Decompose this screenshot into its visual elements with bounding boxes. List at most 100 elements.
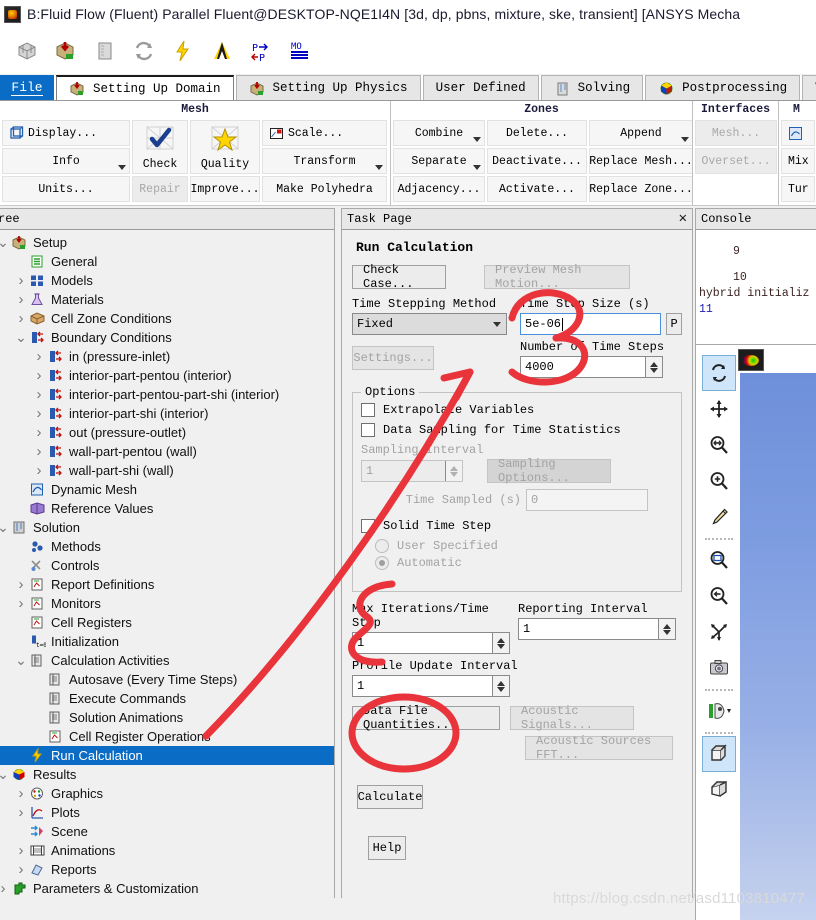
extrapolate-variables-row[interactable]: Extrapolate Variables — [361, 403, 673, 417]
tree-item-interior-part-pentou-part-shi-interior[interactable]: › interior-part-pentou-part-shi (interior… — [0, 385, 334, 404]
dynamic-mesh-button[interactable] — [781, 120, 815, 146]
number-of-time-steps-stepper[interactable] — [645, 357, 662, 377]
max-iterations-input[interactable]: 1 — [352, 632, 510, 654]
update-project-icon[interactable] — [170, 38, 196, 64]
tree-item-cell-registers[interactable]: Cell Registers — [0, 613, 334, 632]
tab-file[interactable]: File — [0, 75, 54, 100]
tree-item-plots[interactable]: › Plots — [0, 803, 334, 822]
solid-time-step-checkbox[interactable] — [361, 519, 375, 533]
chevron-down-icon[interactable]: ⌄ — [0, 235, 11, 249]
reporting-interval-stepper[interactable] — [658, 619, 675, 639]
perspective-view-icon[interactable] — [702, 772, 736, 808]
tree-item-solution[interactable]: ⌄ Solution — [0, 518, 334, 537]
tree-item-reference-values[interactable]: Reference Values — [0, 499, 334, 518]
zones-replace-zone-button[interactable]: Replace Zone... — [589, 176, 693, 202]
tab-viewing[interactable]: Viewing — [802, 75, 816, 100]
tab-setting-up-physics[interactable]: Setting Up Physics — [235, 75, 421, 100]
rotate-view-icon[interactable] — [702, 355, 736, 391]
tree-item-cell-zone-conditions[interactable]: › Cell Zone Conditions — [0, 309, 334, 328]
tree-item-wall-part-shi-wall[interactable]: › wall-part-shi (wall) — [0, 461, 334, 480]
chevron-right-icon[interactable]: › — [31, 404, 47, 423]
chevron-down-icon[interactable]: ⌄ — [0, 520, 11, 534]
chevron-down-icon[interactable]: ⌄ — [0, 767, 11, 781]
chevron-right-icon[interactable]: › — [31, 461, 47, 480]
zones-combine-button[interactable]: Combine — [393, 120, 485, 146]
mesh-check-button[interactable]: Check — [132, 120, 188, 174]
mesh-improve-button[interactable]: Improve... — [190, 176, 260, 202]
tree-item-monitors[interactable]: › Monitors — [0, 594, 334, 613]
axes-icon[interactable] — [702, 614, 736, 650]
zoom-in-icon[interactable] — [702, 463, 736, 499]
chevron-right-icon[interactable]: › — [31, 423, 47, 442]
chevron-right-icon[interactable]: › — [13, 594, 29, 613]
tree-item-models[interactable]: › Models — [0, 271, 334, 290]
tree-item-setup[interactable]: ⌄ Setup — [0, 233, 334, 252]
chevron-right-icon[interactable]: › — [13, 841, 29, 860]
time-stepping-method-select[interactable]: Fixed — [352, 313, 507, 335]
parameter-button[interactable]: P — [666, 313, 682, 335]
chevron-right-icon[interactable]: › — [31, 385, 47, 404]
data-sampling-row[interactable]: Data Sampling for Time Statistics — [361, 423, 673, 437]
max-iterations-stepper[interactable] — [492, 633, 509, 653]
close-icon[interactable]: ✕ — [679, 212, 687, 226]
probe-icon[interactable] — [702, 499, 736, 535]
chevron-right-icon[interactable]: › — [13, 575, 29, 594]
zoom-region-icon[interactable] — [702, 427, 736, 463]
mesh-quality-button[interactable]: Quality — [190, 120, 260, 174]
chevron-right-icon[interactable]: › — [13, 784, 29, 803]
data-sampling-checkbox[interactable] — [361, 423, 375, 437]
tree-item-controls[interactable]: Controls — [0, 556, 334, 575]
chevron-right-icon[interactable]: › — [0, 879, 11, 898]
tree-item-cell-register-operations[interactable]: Cell Register Operations — [0, 727, 334, 746]
zones-activate-button[interactable]: Activate... — [487, 176, 587, 202]
zoom-out-icon[interactable] — [702, 578, 736, 614]
tree-item-parameters-customization[interactable]: › Parameters & Customization — [0, 879, 334, 898]
chevron-right-icon[interactable]: › — [13, 309, 29, 328]
tree-item-calculation-activities[interactable]: ⌄ Calculation Activities — [0, 651, 334, 670]
mesh-info-button[interactable]: Info — [2, 148, 130, 174]
profile-update-interval-stepper[interactable] — [492, 676, 509, 696]
read-mesh-icon[interactable] — [14, 38, 40, 64]
contour-thumbnail-icon[interactable] — [738, 349, 764, 371]
camera-icon[interactable] — [702, 650, 736, 686]
chevron-down-icon[interactable]: ⌄ — [13, 653, 29, 667]
chevron-right-icon[interactable]: › — [31, 366, 47, 385]
tab-solving[interactable]: Solving — [540, 75, 644, 100]
zones-adjacency-button[interactable]: Adjacency... — [393, 176, 485, 202]
tab-user-defined[interactable]: User Defined — [422, 75, 539, 100]
ansys-logo-icon[interactable] — [209, 38, 235, 64]
mesh-units-button[interactable]: Units... — [2, 176, 130, 202]
mesh-transform-button[interactable]: Transform — [262, 148, 387, 174]
chevron-right-icon[interactable]: › — [13, 271, 29, 290]
calculate-button[interactable]: Calculate — [357, 785, 423, 809]
tree-item-dynamic-mesh[interactable]: Dynamic Mesh — [0, 480, 334, 499]
profile-update-interval-input[interactable]: 1 — [352, 675, 510, 697]
chevron-right-icon[interactable]: › — [31, 347, 47, 366]
tree-item-reports[interactable]: › Reports — [0, 860, 334, 879]
tree-item-wall-part-pentou-wall[interactable]: › wall-part-pentou (wall) — [0, 442, 334, 461]
chevron-right-icon[interactable]: › — [13, 290, 29, 309]
chevron-right-icon[interactable]: › — [31, 442, 47, 461]
tree-item-graphics[interactable]: › Graphics — [0, 784, 334, 803]
write-case-icon[interactable] — [92, 38, 118, 64]
zones-delete-button[interactable]: Delete... — [487, 120, 587, 146]
mixing-planes-button[interactable]: Mix — [781, 148, 815, 174]
user-specified-radio[interactable] — [375, 539, 389, 553]
data-file-quantities-button[interactable]: Data File Quantities... — [352, 704, 500, 732]
help-button[interactable]: Help — [368, 836, 406, 860]
tree-item-initialization[interactable]: t=0 Initialization — [0, 632, 334, 651]
lights-icon[interactable] — [702, 693, 736, 729]
check-case-button[interactable]: Check Case... — [352, 263, 446, 291]
tree-item-boundary-conditions[interactable]: ⌄ Boundary Conditions — [0, 328, 334, 347]
tree-item-general[interactable]: General — [0, 252, 334, 271]
automatic-row[interactable]: Automatic — [375, 556, 673, 570]
user-specified-row[interactable]: User Specified — [375, 539, 673, 553]
tab-setting-up-domain[interactable]: Setting Up Domain — [56, 75, 234, 100]
reporting-interval-input[interactable]: 1 — [518, 618, 676, 640]
orthographic-view-icon[interactable] — [702, 736, 736, 772]
tree-item-animations[interactable]: › Animations — [0, 841, 334, 860]
mesh-scale-button[interactable]: Scale... — [262, 120, 387, 146]
number-of-time-steps-input[interactable]: 4000 — [520, 356, 663, 378]
tree-item-execute-commands[interactable]: Execute Commands — [0, 689, 334, 708]
tree-item-out-pressure-outlet[interactable]: › out (pressure-outlet) — [0, 423, 334, 442]
